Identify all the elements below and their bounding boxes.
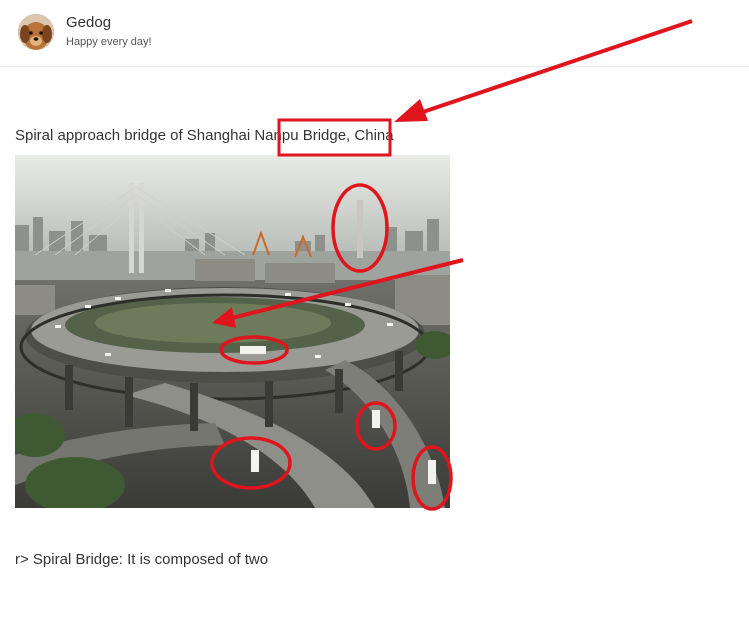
fade-overlay [300,540,749,634]
dog-avatar-icon [18,14,54,50]
post-page: Gedog Happy every day! Spiral approach b… [0,0,749,634]
arrow-head-icon [394,99,428,122]
bridge-photo [15,155,450,508]
article-paragraph: r> Spiral Bridge: It is composed of two [15,551,269,568]
post-header: Gedog Happy every day! [0,0,749,67]
username[interactable]: Gedog [66,14,111,31]
image-caption: Spiral approach bridge of Shanghai Nanpu… [15,127,394,144]
user-tagline: Happy every day! [66,36,152,48]
avatar[interactable] [18,14,54,50]
spiral-bridge-image [15,155,450,508]
